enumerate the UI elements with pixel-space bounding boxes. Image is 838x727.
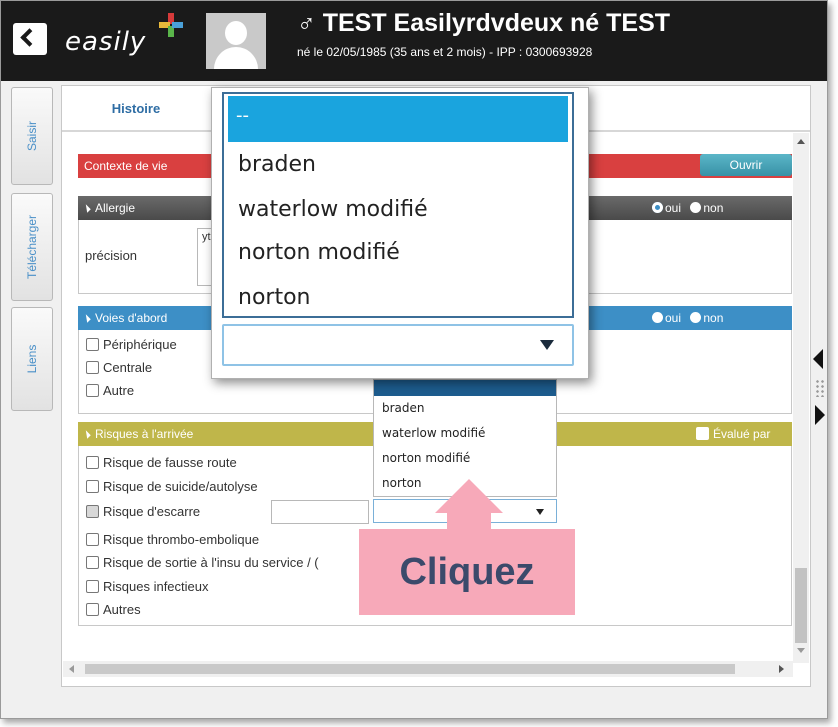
tab-histoire[interactable]: Histoire <box>62 86 210 132</box>
patient-name: ♂ TEST Easilyrdvdeux né TEST <box>297 9 671 37</box>
radio-non[interactable] <box>690 202 702 213</box>
expand-right-icon[interactable] <box>815 405 825 425</box>
ouvrir-button[interactable]: Ouvrir <box>700 154 792 176</box>
vertical-scrollbar[interactable] <box>793 133 809 663</box>
checkbox-fausse-route[interactable]: Risque de fausse route <box>86 455 237 470</box>
zoomed-option[interactable]: norton <box>238 285 310 310</box>
chevron-left-icon <box>20 28 39 47</box>
zoomed-dropdown-list: -- braden waterlow modifié norton modifi… <box>222 92 574 318</box>
voies-radio-group[interactable]: oui non <box>652 306 723 330</box>
zoomed-option[interactable]: norton modifié <box>238 240 400 265</box>
patient-avatar <box>206 13 266 69</box>
checkbox-suicide[interactable]: Risque de suicide/autolyse <box>86 479 258 494</box>
callout-box: Cliquez <box>359 529 575 615</box>
dropdown-option[interactable]: waterlow modifié <box>374 421 556 446</box>
callout-arrow-stem <box>447 511 491 531</box>
escarre-score-input[interactable] <box>271 500 369 524</box>
back-button[interactable] <box>13 23 47 55</box>
zoomed-dropdown-overlay: -- braden waterlow modifié norton modifi… <box>211 87 589 379</box>
collapse-icon[interactable] <box>82 430 91 440</box>
callout-arrow-icon <box>435 479 503 513</box>
collapse-left-icon[interactable] <box>813 349 823 369</box>
horizontal-scroll-thumb[interactable] <box>85 664 735 674</box>
zoomed-option-selected[interactable]: -- <box>228 96 568 142</box>
collapse-icon[interactable] <box>82 204 91 214</box>
app-window: easily ♂ TEST Easilyrdvdeux né TEST né l… <box>0 0 828 719</box>
precision-label: précision <box>85 248 138 263</box>
zoomed-option[interactable]: braden <box>238 152 316 177</box>
radio-non[interactable] <box>690 312 702 323</box>
checkbox-thrombo[interactable]: Risque thrombo-embolique <box>86 532 259 547</box>
chevron-down-icon <box>536 509 544 515</box>
horizontal-scrollbar[interactable] <box>63 661 793 677</box>
zoomed-select[interactable] <box>222 324 574 366</box>
checkbox-sortie-insu[interactable]: Risque de sortie à l'insu du service / ( <box>86 555 319 570</box>
radio-oui[interactable] <box>652 202 663 213</box>
chevron-down-icon <box>540 340 554 350</box>
side-tab-saisir[interactable]: Saisir <box>11 87 53 185</box>
app-logo: easily <box>65 27 147 57</box>
zoomed-option[interactable]: waterlow modifié <box>238 197 428 222</box>
dropdown-option[interactable]: braden <box>374 396 556 421</box>
checkbox-infectieux[interactable]: Risques infectieux <box>86 579 209 594</box>
evalue-par-checkbox[interactable]: Évalué par <box>696 422 770 446</box>
dropdown-option-selected[interactable] <box>374 380 556 396</box>
checkbox-autres[interactable]: Autres <box>86 602 141 617</box>
side-tab-liens[interactable]: Liens <box>11 307 53 411</box>
callout-text: Cliquez <box>399 551 535 593</box>
checkbox-escarre[interactable]: Risque d'escarre <box>86 504 200 519</box>
side-tab-telecharger[interactable]: Télécharger <box>11 193 53 301</box>
collapse-icon[interactable] <box>82 314 91 324</box>
vertical-scroll-thumb[interactable] <box>795 568 807 643</box>
resize-grip-icon[interactable] <box>815 379 825 397</box>
checkbox-peripherique[interactable]: Périphérique <box>86 337 177 352</box>
checkbox-autre[interactable]: Autre <box>86 383 134 398</box>
radio-oui[interactable] <box>652 312 663 323</box>
dropdown-option[interactable]: norton modifié <box>374 446 556 471</box>
patient-header: easily ♂ TEST Easilyrdvdeux né TEST né l… <box>1 1 827 81</box>
logo-plus-icon <box>159 13 183 37</box>
checkbox-centrale[interactable]: Centrale <box>86 360 152 375</box>
allergie-radio-group[interactable]: oui non <box>652 196 723 220</box>
patient-info: né le 02/05/1985 (35 ans et 2 mois) - IP… <box>297 45 593 59</box>
